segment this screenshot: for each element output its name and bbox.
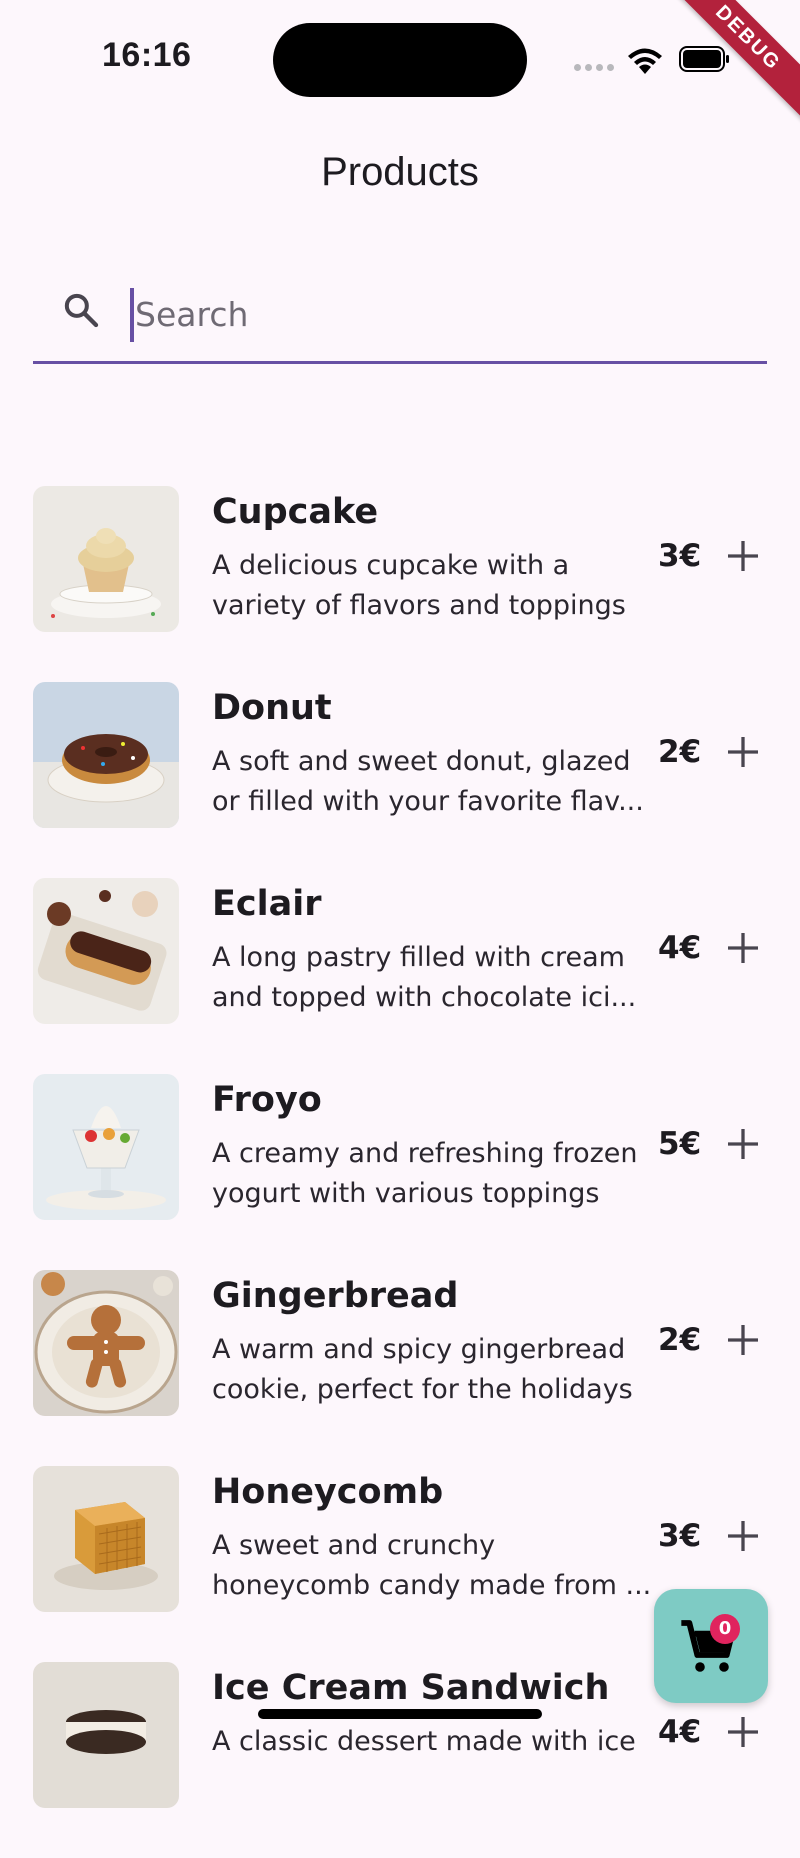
honeycomb-icon: [33, 1466, 179, 1612]
add-icon[interactable]: [725, 538, 761, 574]
product-price: 5€: [658, 1126, 702, 1162]
search-icon: [64, 293, 99, 328]
product-price: 4€: [658, 930, 702, 966]
product-name: Froyo: [212, 1080, 322, 1120]
cart-count-badge: 0: [710, 1614, 740, 1644]
dynamic-island: [273, 23, 527, 97]
text-cursor: [130, 288, 134, 342]
ice-cream-sandwich-icon: [33, 1662, 179, 1808]
cart-button[interactable]: 0: [654, 1589, 768, 1703]
battery-icon: [679, 46, 729, 72]
product-description: A classic dessert made with ice: [212, 1726, 636, 1757]
add-icon[interactable]: [725, 1126, 761, 1162]
wifi-icon: [628, 48, 662, 74]
add-icon[interactable]: [725, 1518, 761, 1554]
product-price: 3€: [658, 1518, 702, 1554]
product-name: Honeycomb: [212, 1472, 444, 1512]
product-description: A long pastry filled with cream and toppe…: [212, 942, 637, 1013]
cellular-signal-icon: [574, 64, 614, 71]
add-icon[interactable]: [725, 1714, 761, 1750]
product-description: A sweet and crunchy honeycomb candy made …: [212, 1530, 652, 1601]
add-icon[interactable]: [725, 1322, 761, 1358]
eclair-icon: [33, 878, 179, 1024]
donut-icon: [33, 682, 179, 828]
product-name: Ice Cream Sandwich: [212, 1668, 610, 1708]
product-price: 2€: [658, 1322, 702, 1358]
product-name: Eclair: [212, 884, 322, 924]
list-item[interactable]: Froyo A creamy and refreshing frozen yogu…: [0, 1074, 800, 1270]
list-item[interactable]: Gingerbread A warm and spicy gingerbread…: [0, 1270, 800, 1466]
search-input[interactable]: [131, 286, 735, 342]
search-field[interactable]: [33, 268, 767, 364]
add-icon[interactable]: [725, 734, 761, 770]
cupcake-icon: [33, 486, 179, 632]
add-icon[interactable]: [725, 930, 761, 966]
product-description: A delicious cupcake with a variety of fla…: [212, 550, 626, 621]
product-description: A soft and sweet donut, glazed or filled …: [212, 746, 644, 817]
product-description: A warm and spicy gingerbread cookie, perf…: [212, 1334, 633, 1405]
list-item[interactable]: Eclair A long pastry filled with cream an…: [0, 878, 800, 1074]
product-price: 2€: [658, 734, 702, 770]
product-name: Cupcake: [212, 492, 379, 532]
page-title: Products: [321, 150, 479, 194]
status-time: 16:16: [102, 36, 192, 74]
list-item[interactable]: Donut A soft and sweet donut, glazed or f…: [0, 682, 800, 878]
gingerbread-icon: [33, 1270, 179, 1416]
product-name: Donut: [212, 688, 332, 728]
product-name: Gingerbread: [212, 1276, 459, 1316]
product-price: 4€: [658, 1714, 702, 1750]
product-description: A creamy and refreshing frozen yogurt wit…: [212, 1138, 638, 1209]
list-item[interactable]: Cupcake A delicious cupcake with a variet…: [0, 486, 800, 682]
home-indicator: [258, 1709, 542, 1719]
froyo-icon: [33, 1074, 179, 1220]
product-price: 3€: [658, 538, 702, 574]
